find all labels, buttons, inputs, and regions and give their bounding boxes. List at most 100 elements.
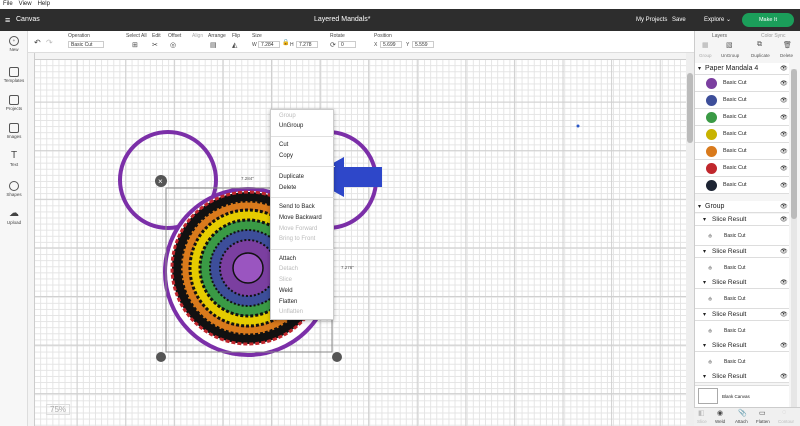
eye-icon[interactable]: 👁 <box>780 311 788 318</box>
layer-label: Basic Cut <box>723 80 747 86</box>
panel-scrollbar[interactable] <box>791 69 797 414</box>
attach-button[interactable]: Attach <box>735 419 748 424</box>
canvas-vertical-scrollbar[interactable] <box>686 53 694 426</box>
layer-row[interactable]: Basic Cut 👁 <box>695 92 789 109</box>
slice-layer-row[interactable]: ♠ Basic Cut <box>695 321 789 341</box>
menu-item-delete[interactable]: Delete <box>279 185 296 191</box>
slice-layer-row[interactable]: ♠ Basic Cut <box>695 226 789 246</box>
eye-icon[interactable]: 👁 <box>780 148 788 155</box>
menu-item-flatten[interactable]: Flatten <box>279 299 297 305</box>
slice-result-header[interactable]: ▾ Slice Result 👁 <box>695 371 789 383</box>
chevron-down-icon[interactable]: ▾ <box>698 65 701 72</box>
eye-icon[interactable]: 👁 <box>780 203 788 210</box>
eye-icon[interactable]: 👁 <box>780 65 788 72</box>
blank-canvas-label: Blank Canvas <box>722 394 750 399</box>
flatten-button[interactable]: Flatten <box>756 419 770 424</box>
layer-label: Basic Cut <box>723 131 747 137</box>
layer-row[interactable]: Basic Cut 👁 <box>695 109 789 126</box>
scrollbar-thumb[interactable] <box>791 69 797 219</box>
panel-bottom-toolbar: ◧ Slice ◉ Weld 📎 Attach ▭ Flatten ◌ Cont… <box>694 407 800 426</box>
eye-icon[interactable]: 👁 <box>780 216 788 223</box>
layer-row[interactable]: Basic Cut 👁 <box>695 126 789 143</box>
layer-label: Basic Cut <box>724 296 746 302</box>
eye-icon[interactable]: 👁 <box>780 342 788 349</box>
chevron-down-icon[interactable]: ▾ <box>703 248 706 255</box>
eye-icon[interactable]: 👁 <box>780 114 788 121</box>
menu-item-attach[interactable]: Attach <box>279 256 296 262</box>
menu-item-slice[interactable]: Slice <box>279 277 292 283</box>
menu-item-ungroup[interactable]: UnGroup <box>279 123 303 129</box>
chevron-down-icon[interactable]: ▾ <box>703 216 706 223</box>
slice-layer-row[interactable]: ♠ Basic Cut <box>695 352 789 372</box>
eye-icon[interactable]: 👁 <box>780 279 788 286</box>
duplicate-button[interactable]: Duplicate <box>751 53 770 58</box>
chevron-down-icon[interactable]: ▾ <box>703 279 706 286</box>
layer-row[interactable]: Basic Cut 👁 <box>695 75 789 92</box>
layer-row[interactable]: Basic Cut 👁 <box>695 160 789 177</box>
tab-layers[interactable]: Layers <box>712 33 727 39</box>
chevron-down-icon[interactable]: ▾ <box>703 373 706 380</box>
layer-swatch <box>706 95 717 106</box>
zoom-level[interactable]: 75% <box>46 404 71 415</box>
menu-divider <box>271 249 335 250</box>
slice-title: Slice Result <box>712 216 747 223</box>
mickey-head-icon: ♠ <box>708 294 713 303</box>
slice-button[interactable]: Slice <box>697 419 707 424</box>
eye-icon[interactable]: 👁 <box>780 182 788 189</box>
height-dimension-label: 7.278" <box>341 265 354 270</box>
eye-icon[interactable]: 👁 <box>780 80 788 87</box>
ungroup-icon: ▧ <box>726 42 733 49</box>
menu-item-weld[interactable]: Weld <box>279 288 293 294</box>
slice-title: Slice Result <box>712 342 747 349</box>
layer-label: Basic Cut <box>724 359 746 365</box>
mickey-head-icon: ♠ <box>708 263 713 272</box>
eye-icon[interactable]: 👁 <box>780 165 788 172</box>
slice-title: Slice Result <box>712 311 747 318</box>
contour-button[interactable]: Contour <box>778 419 794 424</box>
canvas-dot <box>576 124 580 128</box>
weld-button[interactable]: Weld <box>715 419 725 424</box>
blank-canvas-row[interactable]: Blank Canvas <box>695 385 789 407</box>
group-button[interactable]: Group <box>699 53 712 58</box>
resize-icon[interactable] <box>332 352 342 362</box>
slice-result-header[interactable]: ▾ Slice Result 👁 <box>695 246 789 258</box>
menu-item-duplicate[interactable]: Duplicate <box>279 174 304 180</box>
layer-row[interactable]: Basic Cut 👁 <box>695 143 789 160</box>
layer-group-paper-mandala[interactable]: ▾ Paper Mandala 4 👁 <box>695 63 789 75</box>
menu-item-cut[interactable]: Cut <box>279 142 288 148</box>
layer-label: Basic Cut <box>724 233 746 239</box>
slice-layer-row[interactable]: ♠ Basic Cut <box>695 289 789 309</box>
menu-item-send-to-back[interactable]: Send to Back <box>279 204 315 210</box>
slice-result-header[interactable]: ▾ Slice Result 👁 <box>695 214 789 226</box>
menu-item-detach[interactable]: Detach <box>279 266 298 272</box>
ungroup-button[interactable]: UnGroup <box>721 53 739 58</box>
layer-swatch <box>706 129 717 140</box>
scrollbar-thumb[interactable] <box>687 73 693 143</box>
eye-icon[interactable]: 👁 <box>780 97 788 104</box>
slice-layer-row[interactable]: ♠ Basic Cut <box>695 258 789 278</box>
chevron-down-icon[interactable]: ▾ <box>703 311 706 318</box>
slice-title: Slice Result <box>712 373 747 380</box>
lock-icon[interactable] <box>156 352 166 362</box>
group-title: Paper Mandala 4 <box>705 65 759 72</box>
eye-icon[interactable]: 👁 <box>780 373 788 380</box>
eye-icon[interactable]: 👁 <box>780 131 788 138</box>
eye-icon[interactable]: 👁 <box>780 248 788 255</box>
menu-item-group[interactable]: Group <box>279 113 296 119</box>
slice-result-header[interactable]: ▾ Slice Result 👁 <box>695 309 789 321</box>
layer-swatch <box>706 180 717 191</box>
slice-result-header[interactable]: ▾ Slice Result 👁 <box>695 340 789 352</box>
menu-item-move-forward[interactable]: Move Forward <box>279 226 317 232</box>
slice-result-header[interactable]: ▾ Slice Result 👁 <box>695 277 789 289</box>
delete-button[interactable]: Delete <box>780 53 793 58</box>
menu-item-unflatten[interactable]: Unflatten <box>279 309 303 315</box>
chevron-down-icon[interactable]: ▾ <box>698 203 701 210</box>
layer-row[interactable]: Basic Cut 👁 <box>695 177 789 194</box>
chevron-down-icon[interactable]: ▾ <box>703 342 706 349</box>
menu-item-move-backward[interactable]: Move Backward <box>279 215 322 221</box>
menu-item-bring-to-front[interactable]: Bring to Front <box>279 236 315 242</box>
menu-item-copy[interactable]: Copy <box>279 153 293 159</box>
layer-group-group[interactable]: ▾ Group 👁 <box>695 201 789 213</box>
tab-color-sync[interactable]: Color Sync <box>761 33 785 39</box>
layer-label: Basic Cut <box>723 165 747 171</box>
